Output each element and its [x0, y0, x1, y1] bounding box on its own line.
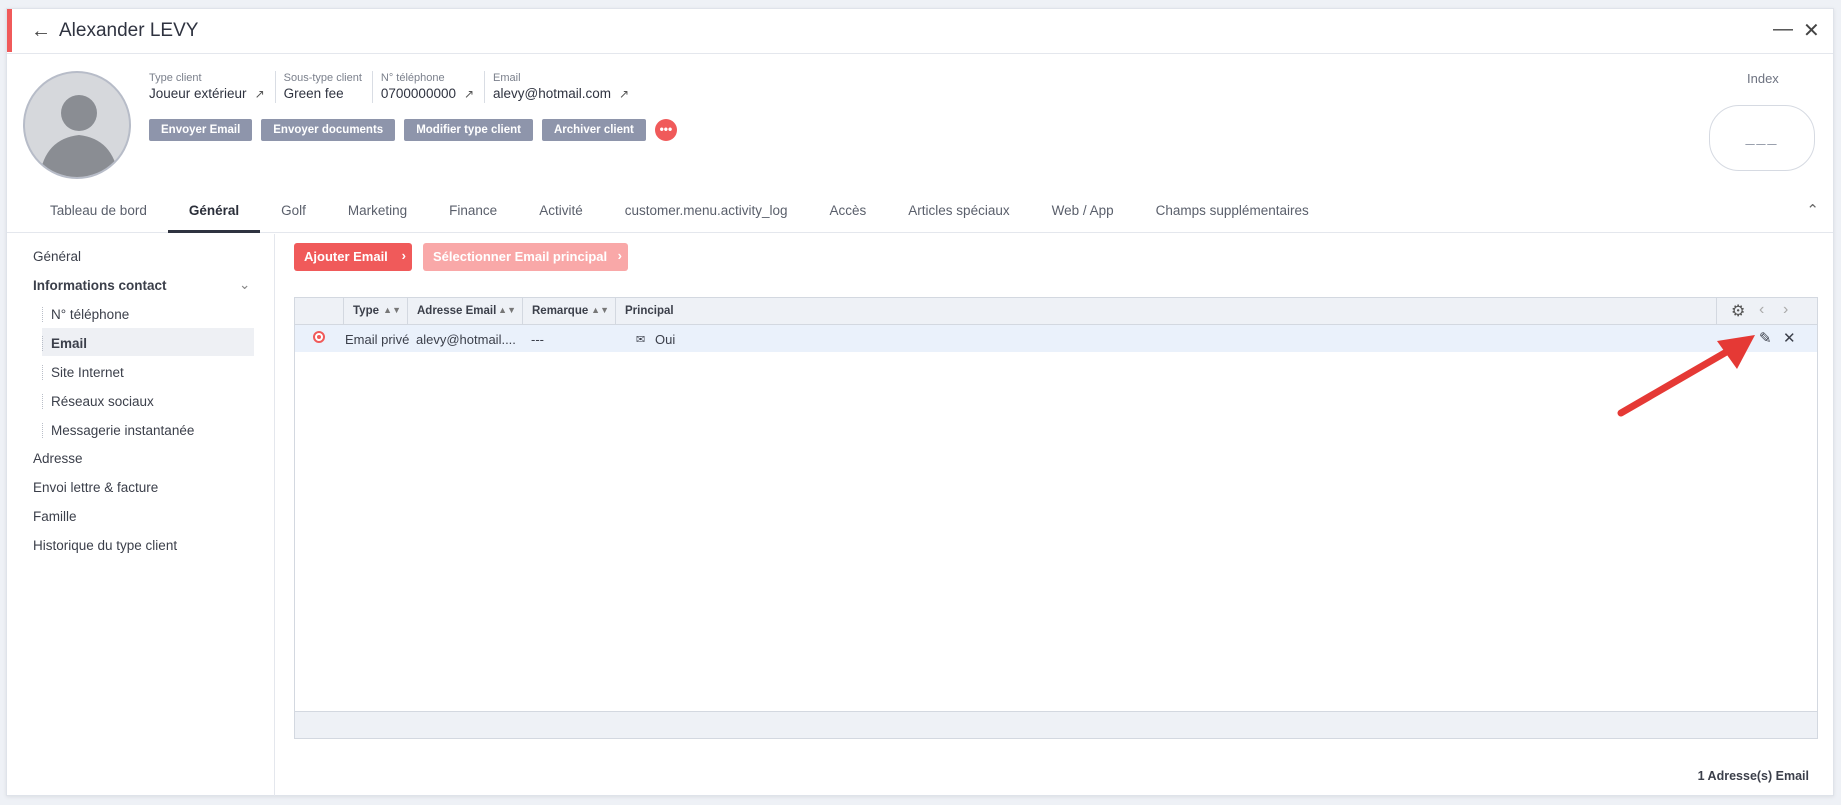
field-label: Email	[493, 72, 521, 84]
sidebar-item-email[interactable]: Email	[42, 336, 87, 351]
field-client-subtype: Sous-type client Green fee	[274, 71, 372, 103]
field-phone: N° téléphone 0700000000 ↗	[371, 71, 484, 103]
table-row[interactable]: Email privé alevy@hotmail.... --- ✉ Oui …	[295, 325, 1817, 352]
sidebar-item-messaging[interactable]: Messagerie instantanée	[42, 423, 194, 438]
grid-footer	[295, 711, 1817, 738]
column-header-principal[interactable]: Principal	[615, 298, 1716, 325]
grid-toolbar: ⚙ ‹ ›	[1716, 298, 1818, 325]
grid-header: Type ▲▼ Adresse Email ▲▼ Remarque ▲▼ Princi…	[295, 298, 1817, 325]
field-value: Green fee	[283, 86, 344, 101]
column-label: Remarque	[532, 305, 589, 317]
chevron-left-icon[interactable]: ‹	[1759, 301, 1764, 319]
field-value: 0700000000	[380, 86, 456, 101]
sidebar-item-contact-info[interactable]: Informations contact	[33, 278, 167, 293]
email-grid: Type ▲▼ Adresse Email ▲▼ Remarque ▲▼ Princi…	[294, 297, 1818, 739]
sort-icon: ▲▼	[498, 305, 516, 315]
send-documents-button[interactable]: Envoyer documents	[261, 119, 396, 141]
sidebar-item-address[interactable]: Adresse	[33, 451, 83, 466]
tab-golf[interactable]: Golf	[260, 187, 327, 233]
tab-activity-log[interactable]: customer.menu.activity_log	[604, 187, 809, 233]
field-label: Type client	[149, 72, 202, 84]
sidebar-item-type-history[interactable]: Historique du type client	[33, 538, 177, 553]
column-header-remark[interactable]: Remarque ▲▼	[522, 298, 615, 325]
envelope-icon: ✉	[636, 334, 646, 346]
cell-email: alevy@hotmail....	[416, 332, 516, 347]
chevron-right-icon: ›	[617, 248, 622, 263]
column-header-type[interactable]: Type ▲▼	[343, 298, 407, 325]
profile-actions: Envoyer Email Envoyer documents Modifier…	[149, 119, 677, 141]
chevron-right-icon: ›	[401, 248, 406, 263]
chevron-right-icon[interactable]: ›	[1783, 301, 1788, 319]
title-bar: ← Alexander LEVY — ✕	[7, 9, 1833, 54]
collapse-header-icon[interactable]: ⌃	[1806, 201, 1819, 219]
tab-marketing[interactable]: Marketing	[327, 187, 428, 233]
column-label: Adresse Email	[417, 305, 497, 317]
column-label: Principal	[625, 305, 674, 317]
sidebar-item-social[interactable]: Réseaux sociaux	[42, 394, 154, 409]
minimize-icon[interactable]: —	[1773, 18, 1793, 41]
sidebar-item-phone[interactable]: N° téléphone	[42, 307, 129, 322]
sort-icon: ▲▼	[383, 305, 401, 315]
tab-web-app[interactable]: Web / App	[1031, 187, 1135, 233]
tab-general[interactable]: Général	[167, 187, 261, 233]
cell-remark: ---	[531, 332, 544, 347]
primary-radio[interactable]	[313, 331, 325, 343]
tab-extra-fields[interactable]: Champs supplémentaires	[1135, 187, 1330, 233]
index-label: Index	[1747, 71, 1779, 86]
cell-type: Email privé	[345, 332, 410, 347]
field-label: Sous-type client	[283, 72, 362, 84]
avatar-silhouette-icon	[39, 95, 119, 177]
field-client-type: Type client Joueur extérieur ↗	[149, 71, 275, 103]
tab-finance[interactable]: Finance	[428, 187, 518, 233]
add-email-button[interactable]: Ajouter Email ›	[294, 243, 412, 271]
index-value: ___	[1709, 105, 1815, 171]
avatar	[23, 71, 131, 179]
external-link-icon[interactable]: ↗	[619, 85, 629, 103]
change-client-type-button[interactable]: Modifier type client	[404, 119, 533, 141]
email-count: 1 Adresse(s) Email	[1697, 769, 1809, 783]
external-link-icon[interactable]: ↗	[464, 85, 474, 103]
gear-icon[interactable]: ⚙	[1731, 301, 1745, 321]
cell-principal: Oui	[655, 332, 676, 347]
page-title: Alexander LEVY	[59, 20, 199, 41]
back-arrow-icon[interactable]: ←	[31, 20, 51, 43]
field-value: alevy@hotmail.com	[493, 86, 612, 101]
column-header-email[interactable]: Adresse Email ▲▼	[407, 298, 522, 325]
tab-bar: Tableau de bord Général Golf Marketing F…	[7, 187, 1833, 233]
field-label: N° téléphone	[380, 72, 445, 84]
chevron-down-icon[interactable]: ⌄	[239, 277, 250, 293]
select-primary-label: Sélectionner Email principal	[433, 249, 608, 264]
annotation-arrow-icon	[1617, 335, 1755, 417]
delete-icon[interactable]: ✕	[1783, 329, 1796, 347]
profile-fields: Type client Joueur extérieur ↗ Sous-type …	[149, 71, 639, 103]
send-email-button[interactable]: Envoyer Email	[149, 119, 253, 141]
field-email: Email alevy@hotmail.com ↗	[484, 71, 639, 103]
customer-window: ← Alexander LEVY — ✕ Type client Joueur …	[6, 8, 1834, 796]
tab-activity[interactable]: Activité	[518, 187, 604, 233]
sidebar-item-family[interactable]: Famille	[33, 509, 77, 524]
close-icon[interactable]: ✕	[1803, 18, 1820, 43]
column-label: Type	[353, 305, 379, 317]
tab-access[interactable]: Accès	[809, 187, 888, 233]
sidebar-item-website[interactable]: Site Internet	[42, 365, 124, 380]
status-accent-bar	[7, 9, 12, 52]
archive-client-button[interactable]: Archiver client	[541, 119, 646, 141]
field-value: Joueur extérieur	[149, 86, 247, 101]
add-email-label: Ajouter Email	[304, 249, 388, 264]
sidebar-item-general[interactable]: Général	[33, 249, 81, 264]
sidebar-item-mailing[interactable]: Envoi lettre & facture	[33, 480, 158, 495]
select-primary-email-button[interactable]: Sélectionner Email principal ›	[423, 243, 628, 271]
external-link-icon[interactable]: ↗	[255, 85, 265, 103]
sort-icon: ▲▼	[591, 305, 609, 315]
more-actions-button[interactable]: •••	[654, 119, 677, 141]
tab-dashboard[interactable]: Tableau de bord	[29, 187, 168, 233]
tab-special-items[interactable]: Articles spéciaux	[887, 187, 1030, 233]
